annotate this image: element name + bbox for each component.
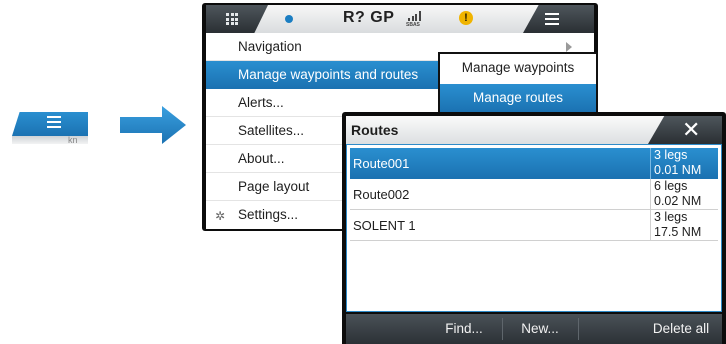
- route-distance: 0.02 NM: [654, 194, 702, 208]
- table-row[interactable]: Route002 6 legs 0.02 NM: [350, 179, 718, 210]
- route-name: Route001: [353, 156, 410, 171]
- menu-item-label: Manage waypoints and routes: [238, 67, 419, 82]
- route-info: 6 legs 0.02 NM: [650, 179, 718, 210]
- footer-divider: [578, 318, 579, 340]
- routes-dialog-header: Routes ✕: [346, 116, 722, 144]
- sbas-label: SBAS: [406, 22, 420, 28]
- menu-item-label: Alerts...: [238, 95, 284, 110]
- hamburger-icon: [545, 13, 559, 25]
- menu-item-label: Navigation: [238, 39, 302, 54]
- route-distance: 0.01 NM: [654, 163, 702, 177]
- route-legs: 3 legs: [654, 148, 688, 162]
- table-row[interactable]: Route001 3 legs 0.01 NM: [350, 148, 718, 179]
- status-dot-icon: [285, 15, 293, 23]
- gear-icon: ✲: [215, 209, 226, 223]
- arrow-right-icon: [120, 106, 186, 144]
- route-distance: 17.5 NM: [654, 225, 702, 239]
- mini-tab-text: kn: [68, 135, 78, 145]
- route-name: SOLENT 1: [353, 218, 416, 233]
- menu-item-label: About...: [238, 151, 285, 166]
- close-icon: ✕: [682, 117, 701, 142]
- find-button[interactable]: Find...: [426, 314, 502, 344]
- table-row[interactable]: SOLENT 1 3 legs 17.5 NM: [350, 210, 718, 241]
- waypoints-routes-submenu: Manage waypoints Manage routes: [438, 52, 598, 112]
- routes-list: Route001 3 legs 0.01 NM Route002 6 legs …: [346, 144, 722, 312]
- delete-all-button[interactable]: Delete all: [642, 314, 720, 344]
- new-button[interactable]: New...: [502, 314, 578, 344]
- chevron-right-icon: [566, 42, 572, 52]
- warning-icon[interactable]: !: [459, 11, 473, 25]
- submenu-item-manage-waypoints[interactable]: Manage waypoints: [440, 54, 596, 82]
- submenu-item-manage-routes[interactable]: Manage routes: [440, 84, 596, 112]
- route-legs: 6 legs: [654, 179, 688, 193]
- status-text: R? GP: [343, 9, 395, 26]
- menu-item-label: Page layout: [238, 179, 310, 194]
- grid-icon: [226, 13, 240, 25]
- route-info: 3 legs 17.5 NM: [650, 210, 718, 241]
- top-bar: R? GP SBAS !: [206, 5, 594, 33]
- route-legs: 3 legs: [654, 210, 688, 224]
- menu-item-label: Satellites...: [238, 123, 305, 138]
- submenu-item-label: Manage waypoints: [461, 60, 575, 75]
- dialog-title: Routes: [351, 122, 399, 138]
- menu-item-label: Settings...: [238, 207, 299, 222]
- dialog-footer: Find... New... Delete all: [346, 314, 722, 344]
- menu-tab-thumbnail: kn: [4, 104, 88, 146]
- hamburger-icon: [47, 116, 61, 128]
- submenu-item-label: Manage routes: [472, 90, 564, 105]
- sbas-signal-icon: SBAS: [406, 9, 422, 31]
- route-info: 3 legs 0.01 NM: [650, 148, 718, 179]
- routes-dialog: Routes ✕ Route001 3 legs 0.01 NM Route00…: [342, 112, 726, 344]
- route-name: Route002: [353, 187, 410, 202]
